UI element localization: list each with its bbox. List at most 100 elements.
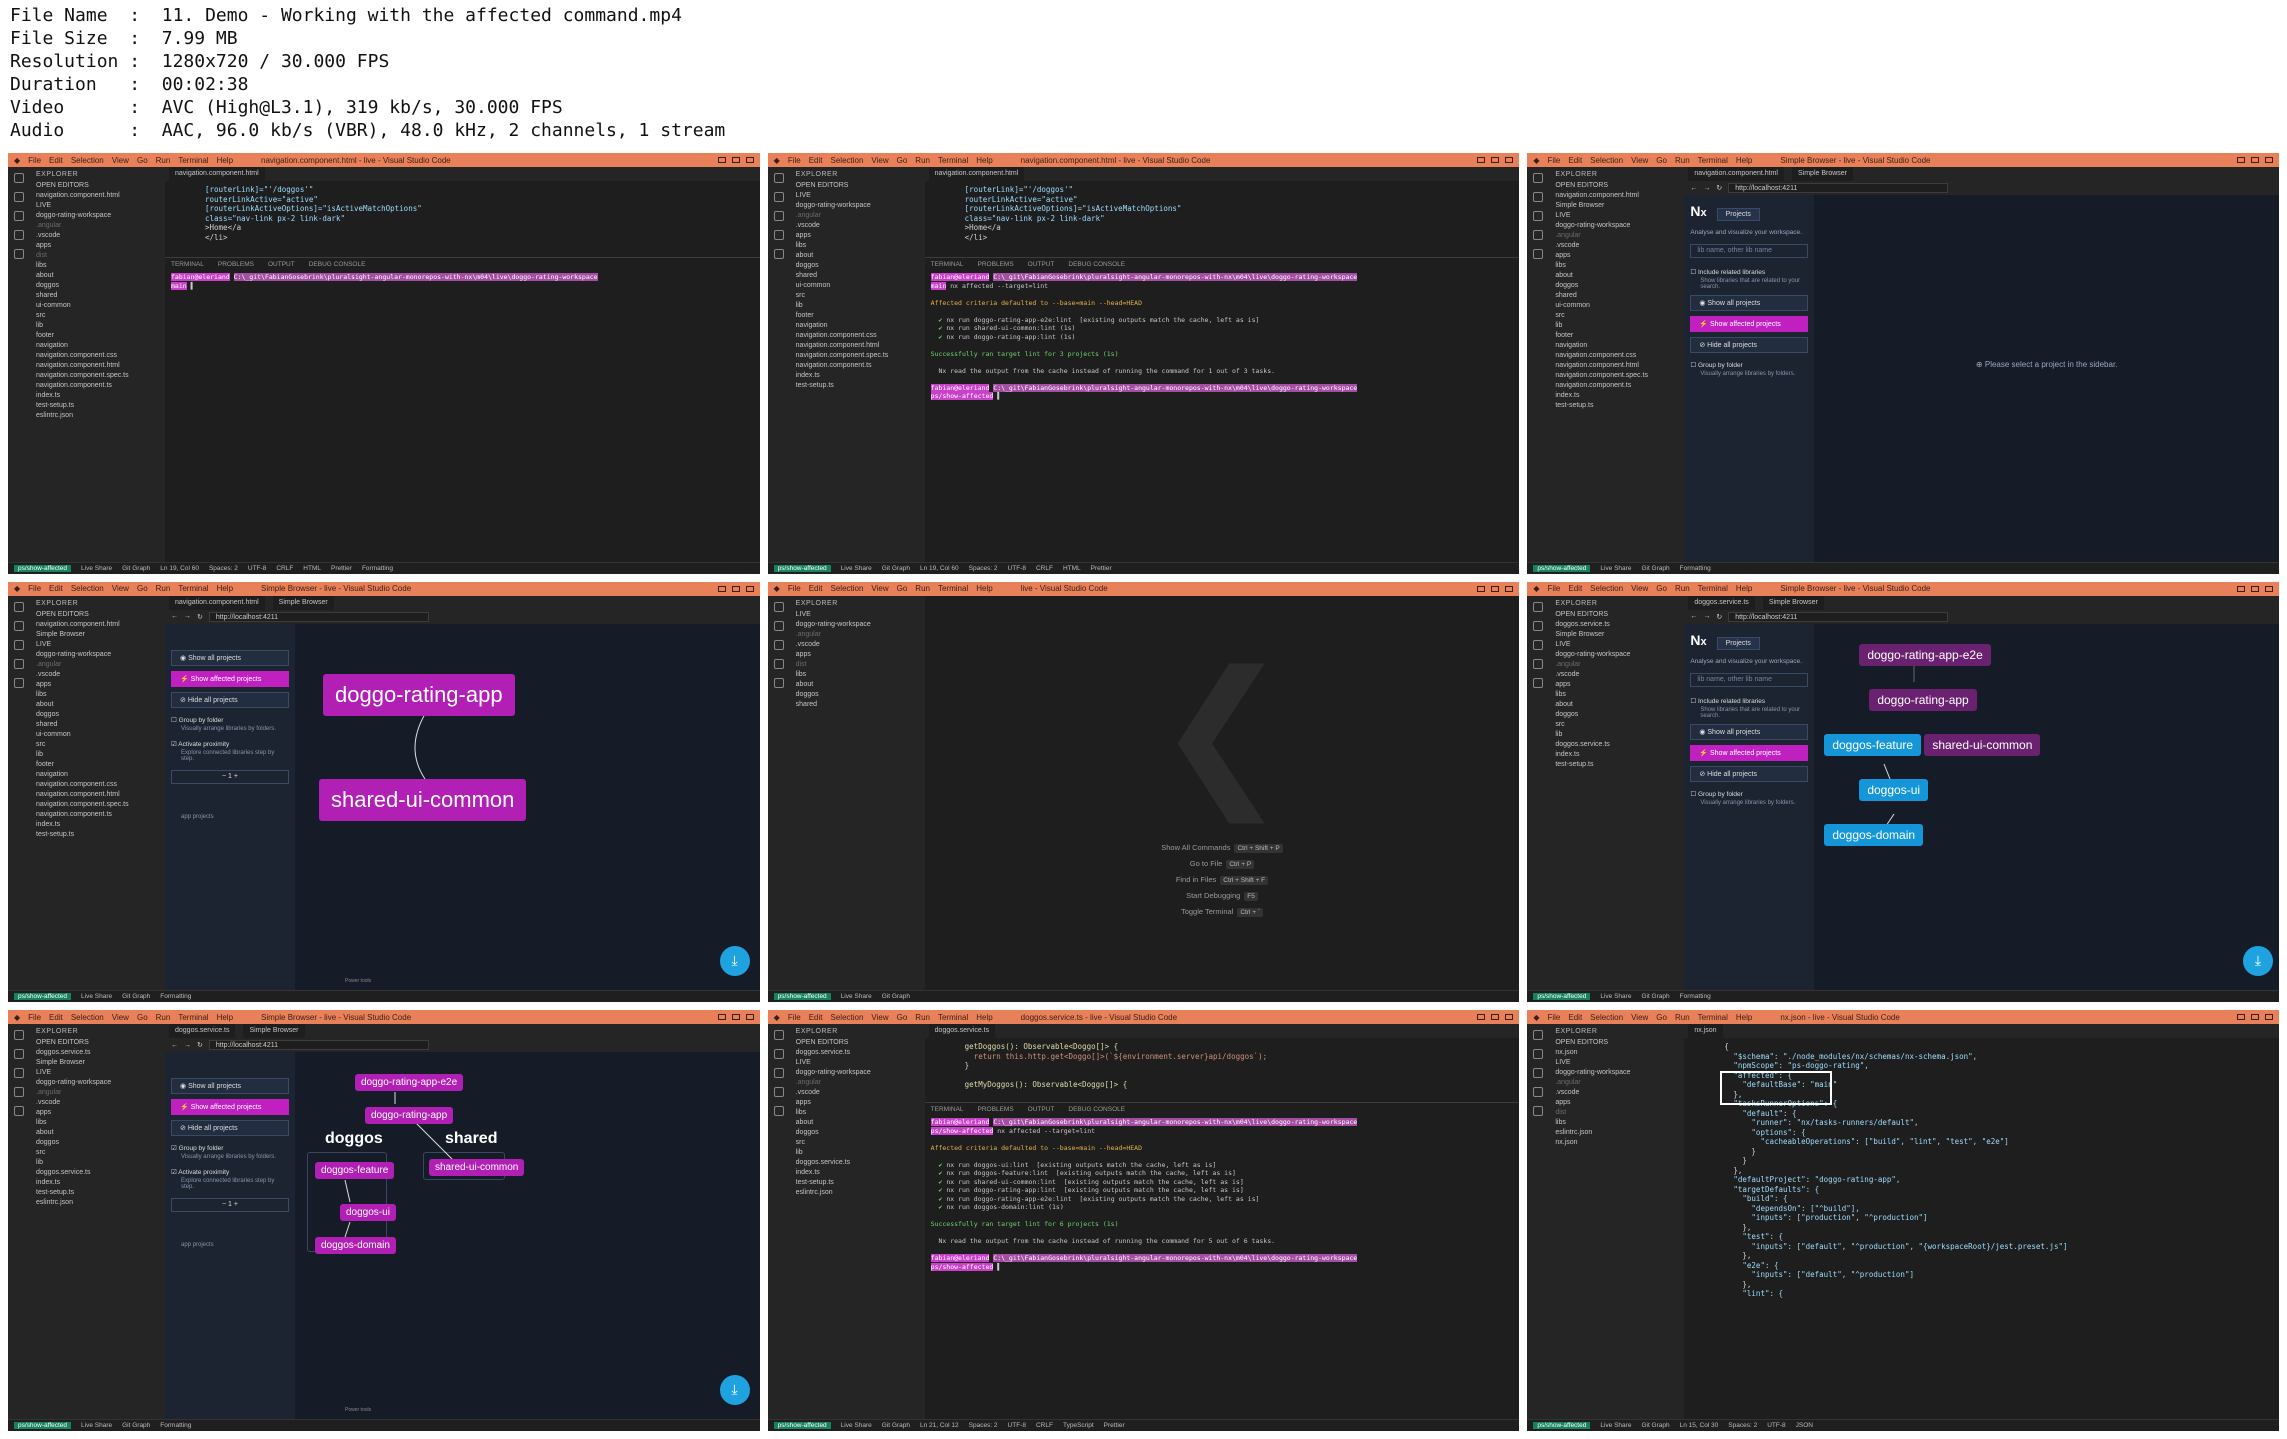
tree-item[interactable]: lib bbox=[36, 750, 159, 760]
tree-item[interactable]: index.ts bbox=[1555, 391, 1678, 401]
code-view[interactable]: getDoggos(): Observable<Doggo[]> { retur… bbox=[925, 1038, 1520, 1090]
open-editor-item[interactable]: Simple Browser bbox=[36, 1058, 159, 1068]
git-graph-button[interactable]: Git Graph bbox=[1641, 1422, 1669, 1429]
search-icon[interactable] bbox=[14, 192, 24, 202]
tree-item[interactable]: navigation.component.css bbox=[36, 351, 159, 361]
menu-run[interactable]: Run bbox=[1675, 584, 1690, 593]
tree-item[interactable]: navigation.component.spec.ts bbox=[36, 371, 159, 381]
tree-item[interactable]: ui-common bbox=[1555, 301, 1678, 311]
tree-item[interactable]: navigation.component.ts bbox=[1555, 381, 1678, 391]
tree-item[interactable]: doggo-rating-workspace bbox=[796, 201, 919, 211]
branch-indicator[interactable]: ps/show-affected bbox=[1533, 993, 1591, 1001]
tree-item[interactable]: libs bbox=[1555, 690, 1678, 700]
language-mode[interactable]: HTML bbox=[303, 565, 321, 572]
debug-icon[interactable] bbox=[1533, 230, 1544, 240]
menu-selection[interactable]: Selection bbox=[1590, 1013, 1623, 1022]
formatting-status[interactable]: Formatting bbox=[1680, 565, 1711, 572]
language-mode[interactable]: TypeScript bbox=[1063, 1422, 1094, 1429]
source-control-icon[interactable] bbox=[14, 639, 24, 650]
menu-selection[interactable]: Selection bbox=[831, 1013, 864, 1022]
debug-icon[interactable] bbox=[14, 230, 24, 240]
tree-item[interactable]: .vscode bbox=[796, 1088, 919, 1098]
source-control-icon[interactable] bbox=[773, 639, 784, 650]
filter-input[interactable]: lib name, other lib name bbox=[1690, 244, 1809, 258]
download-icon[interactable]: ⤓ bbox=[719, 946, 750, 977]
tree-item[interactable]: navigation.component.spec.ts bbox=[796, 351, 919, 361]
branch-indicator[interactable]: ps/show-affected bbox=[1533, 564, 1591, 572]
open-editors-header[interactable]: OPEN EDITORS bbox=[796, 181, 919, 191]
files-icon[interactable] bbox=[773, 1030, 784, 1041]
open-editor-item[interactable]: doggos.service.ts bbox=[1555, 620, 1678, 630]
menu-run[interactable]: Run bbox=[156, 1013, 171, 1022]
tree-item[interactable]: test-setup.ts bbox=[36, 830, 159, 840]
menu-selection[interactable]: Selection bbox=[71, 1013, 104, 1022]
tree-item[interactable]: about bbox=[36, 271, 159, 281]
tree-item[interactable]: test-setup.ts bbox=[796, 381, 919, 391]
tree-item[interactable]: about bbox=[1555, 700, 1678, 710]
code-view[interactable]: [routerLink]="'/doggos'" routerLinkActiv… bbox=[165, 181, 760, 242]
tree-item[interactable]: doggo-rating-workspace bbox=[796, 1068, 919, 1078]
menu-help[interactable]: Help bbox=[217, 584, 233, 593]
tree-item[interactable]: shared bbox=[796, 700, 919, 710]
tree-item[interactable]: test-setup.ts bbox=[1555, 760, 1678, 770]
menu-go[interactable]: Go bbox=[137, 156, 148, 165]
menu-terminal[interactable]: Terminal bbox=[1698, 584, 1728, 593]
open-editor-item[interactable]: navigation.component.html bbox=[1555, 191, 1678, 201]
editor-tab[interactable]: nx.json bbox=[1688, 1024, 1723, 1039]
menu-go[interactable]: Go bbox=[1656, 1013, 1667, 1022]
menu-terminal[interactable]: Terminal bbox=[1698, 1013, 1728, 1022]
source-control-icon[interactable] bbox=[14, 1068, 24, 1079]
menu-selection[interactable]: Selection bbox=[831, 156, 864, 165]
git-graph-button[interactable]: Git Graph bbox=[882, 1422, 910, 1429]
tree-item[interactable]: doggos bbox=[796, 1128, 919, 1138]
forward-icon[interactable]: → bbox=[1703, 185, 1710, 192]
menu-go[interactable]: Go bbox=[897, 156, 908, 165]
git-graph-button[interactable]: Git Graph bbox=[1641, 993, 1669, 1000]
tree-item[interactable]: .vscode bbox=[1555, 670, 1678, 680]
formatting-status[interactable]: Formatting bbox=[160, 1422, 191, 1429]
tree-item[interactable]: doggo-rating-workspace bbox=[36, 1078, 159, 1088]
open-editor-item[interactable]: Simple Browser bbox=[36, 630, 159, 640]
hide-all-projects-button[interactable]: ⊘ Hide all projects bbox=[1690, 337, 1809, 353]
encoding[interactable]: UTF-8 bbox=[1008, 565, 1026, 572]
tree-item[interactable]: libs bbox=[36, 1118, 159, 1128]
branch-indicator[interactable]: ps/show-affected bbox=[773, 1421, 831, 1429]
debug-icon[interactable] bbox=[773, 230, 784, 240]
hide-all-projects-button[interactable]: ⊘ Hide all projects bbox=[171, 1120, 289, 1137]
tab-debug-console[interactable]: DEBUG CONSOLE bbox=[309, 261, 366, 268]
debug-icon[interactable] bbox=[14, 658, 24, 669]
cursor-position[interactable]: Ln 15, Col 30 bbox=[1680, 1422, 1719, 1429]
search-icon[interactable] bbox=[1533, 620, 1544, 631]
editor-tab[interactable]: navigation.component.html bbox=[1688, 167, 1784, 181]
live-share-button[interactable]: Live Share bbox=[1600, 1422, 1631, 1429]
menu-run[interactable]: Run bbox=[1675, 1013, 1690, 1022]
git-graph-button[interactable]: Git Graph bbox=[122, 993, 150, 1000]
workspace-header[interactable]: LIVE bbox=[1555, 1058, 1678, 1068]
back-icon[interactable]: ← bbox=[1690, 185, 1697, 192]
menu-help[interactable]: Help bbox=[1736, 156, 1752, 165]
menu-view[interactable]: View bbox=[1631, 584, 1648, 593]
tree-item[interactable]: doggos.service.ts bbox=[796, 1158, 919, 1168]
menu-file[interactable]: File bbox=[788, 1013, 801, 1022]
menu-view[interactable]: View bbox=[1631, 156, 1648, 165]
git-graph-button[interactable]: Git Graph bbox=[122, 565, 150, 572]
encoding[interactable]: UTF-8 bbox=[1767, 1422, 1785, 1429]
tree-item[interactable]: eslintrc.json bbox=[796, 1188, 919, 1198]
files-icon[interactable] bbox=[773, 601, 784, 612]
tree-item[interactable]: footer bbox=[36, 760, 159, 770]
menu-view[interactable]: View bbox=[871, 1013, 888, 1022]
reload-icon[interactable]: ↻ bbox=[1716, 613, 1722, 621]
tree-item[interactable]: footer bbox=[796, 311, 919, 321]
tree-item[interactable]: test-setup.ts bbox=[1555, 401, 1678, 411]
tree-item[interactable]: apps bbox=[796, 1098, 919, 1108]
editor-tab-browser[interactable]: Simple Browser bbox=[243, 1024, 305, 1039]
menu-run[interactable]: Run bbox=[156, 584, 171, 593]
window-controls[interactable] bbox=[2237, 585, 2273, 592]
menu-edit[interactable]: Edit bbox=[1568, 1013, 1582, 1022]
tree-item[interactable]: doggo-rating-workspace bbox=[36, 650, 159, 660]
tree-item[interactable]: src bbox=[1555, 311, 1678, 321]
cursor-position[interactable]: Ln 19, Col 60 bbox=[160, 565, 199, 572]
menu-edit[interactable]: Edit bbox=[49, 584, 63, 593]
proximity-checkbox[interactable]: ☑ Activate proximity bbox=[171, 740, 289, 748]
cursor-position[interactable]: Ln 19, Col 60 bbox=[920, 565, 959, 572]
